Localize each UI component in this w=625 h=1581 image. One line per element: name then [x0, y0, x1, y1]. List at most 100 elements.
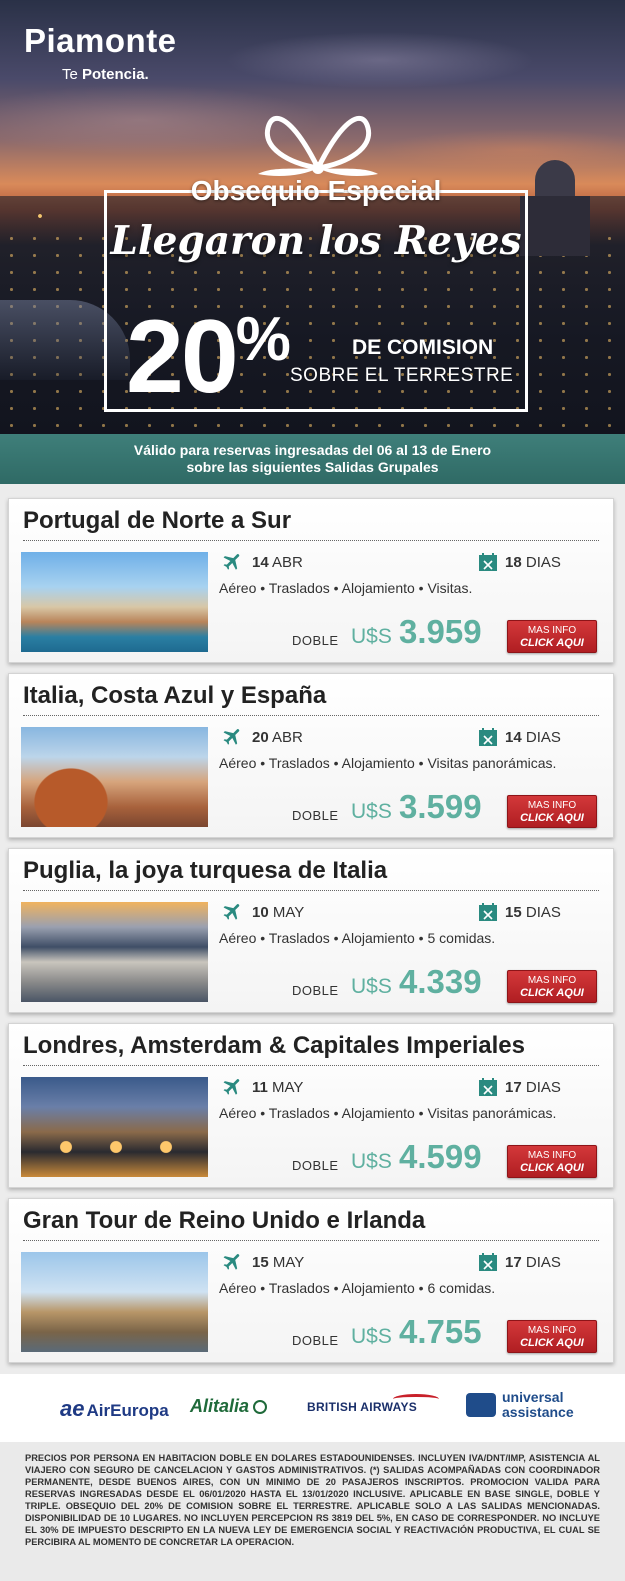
- more-info-button[interactable]: MAS INFO CLICK AQUI: [507, 1145, 597, 1178]
- legal-disclaimer: PRECIOS POR PERSONA EN HABITACION DOBLE …: [0, 1442, 625, 1581]
- button-line-2: CLICK AQUI: [520, 1337, 584, 1349]
- tour-title[interactable]: Londres, Amsterdam & Capitales Imperiale…: [23, 1032, 525, 1060]
- price-value: 4.599: [399, 1138, 482, 1175]
- included-services: Aéreo • Traslados • Alojamiento • Visita…: [219, 580, 473, 596]
- calendar-icon: [479, 903, 497, 921]
- aireuropa-mark: ae: [60, 1396, 85, 1421]
- calendar-icon: [479, 728, 497, 746]
- ua-line-1: universal: [502, 1389, 564, 1405]
- promo-headline: Llegaron los Reyes: [110, 218, 522, 264]
- date-month: MAY: [272, 1079, 304, 1096]
- aireuropa-logo: ae AirEuropa: [60, 1396, 169, 1422]
- tour-photo[interactable]: [21, 727, 208, 827]
- price-currency: U$S: [351, 625, 392, 648]
- title-divider: [23, 1065, 599, 1066]
- price-currency: U$S: [351, 975, 392, 998]
- departure-date: 10 MAY: [252, 904, 304, 921]
- tour-card: Italia, Costa Azul y España 20 ABR 14 DI…: [8, 673, 614, 838]
- more-info-button[interactable]: MAS INFO CLICK AQUI: [507, 620, 597, 653]
- date-day: 15: [252, 1254, 269, 1271]
- brand-logo[interactable]: Piamonte Te Potencia.: [24, 22, 177, 83]
- alitalia-name: Alitalia: [190, 1396, 250, 1416]
- tour-title[interactable]: Puglia, la joya turquesa de Italia: [23, 857, 387, 885]
- tour-photo[interactable]: [21, 1252, 208, 1352]
- plane-icon: [223, 1079, 240, 1095]
- brand-name: Piamonte: [24, 22, 177, 59]
- tour-photo[interactable]: [21, 1077, 208, 1177]
- button-line-2: CLICK AQUI: [520, 987, 584, 999]
- tour-card: Puglia, la joya turquesa de Italia 10 MA…: [8, 848, 614, 1013]
- tagline-prefix: Te: [62, 66, 83, 83]
- days-number: 18: [505, 554, 522, 571]
- speedmarque-icon: [393, 1394, 439, 1404]
- trip-duration: 14 DIAS: [505, 729, 561, 746]
- tour-card: Londres, Amsterdam & Capitales Imperiale…: [8, 1023, 614, 1188]
- commission-label: DE COMISION: [352, 336, 494, 359]
- commission-scope: SOBRE EL TERRESTRE: [290, 365, 514, 386]
- date-month: MAY: [272, 1254, 305, 1271]
- tour-photo[interactable]: [21, 552, 208, 652]
- days-label: DIAS: [525, 904, 561, 921]
- title-divider: [23, 890, 599, 891]
- trip-duration: 17 DIAS: [505, 1079, 561, 1096]
- british-airways-logo: BRITISH AIRWAYS: [307, 1394, 439, 1414]
- more-info-button[interactable]: MAS INFO CLICK AQUI: [507, 795, 597, 828]
- skyteam-icon: [253, 1400, 268, 1414]
- ua-line-2: assistance: [502, 1404, 574, 1420]
- tour-title[interactable]: Italia, Costa Azul y España: [23, 682, 326, 710]
- plane-icon: [223, 729, 240, 745]
- days-label: DIAS: [525, 729, 561, 746]
- universal-assistance-logo: universal assistance: [466, 1390, 574, 1420]
- button-line-2: CLICK AQUI: [520, 812, 584, 824]
- plane-icon: [223, 554, 240, 570]
- room-type: DOBLE: [292, 983, 339, 998]
- gift-title: Obsequio Especial: [104, 175, 528, 207]
- price-value: 4.755: [399, 1313, 482, 1350]
- trip-duration: 18 DIAS: [505, 554, 561, 571]
- included-services: Aéreo • Traslados • Alojamiento • 6 comi…: [219, 1280, 496, 1296]
- room-type: DOBLE: [292, 1333, 339, 1348]
- included-services: Aéreo • Traslados • Alojamiento • Visita…: [219, 1105, 557, 1121]
- button-line-2: CLICK AQUI: [520, 1162, 584, 1174]
- title-divider: [23, 1240, 599, 1241]
- date-month: MAY: [272, 904, 305, 921]
- tour-photo[interactable]: [21, 902, 208, 1002]
- button-line-1: MAS INFO: [527, 800, 577, 811]
- room-type: DOBLE: [292, 808, 339, 823]
- aireuropa-name: AirEuropa: [86, 1401, 169, 1420]
- departure-date: 11 MAY: [252, 1079, 303, 1096]
- title-divider: [23, 540, 599, 541]
- percent-sign: %: [235, 305, 291, 374]
- button-line-1: MAS INFO: [527, 1150, 577, 1161]
- tour-card: Portugal de Norte a Sur 14 ABR 18 DIAS A…: [8, 498, 614, 663]
- date-day: 20: [252, 729, 269, 746]
- departure-date: 14 ABR: [252, 554, 303, 571]
- title-divider: [23, 715, 599, 716]
- brand-tagline: Te Potencia.: [62, 66, 177, 83]
- price-value: 3.959: [399, 613, 482, 650]
- more-info-button[interactable]: MAS INFO CLICK AQUI: [507, 970, 597, 1003]
- calendar-icon: [479, 1078, 497, 1096]
- gift-title-text: Obsequio Especial: [190, 175, 442, 206]
- days-number: 15: [505, 904, 522, 921]
- tour-list: Portugal de Norte a Sur 14 ABR 18 DIAS A…: [0, 484, 625, 1374]
- gift-bow-icon: [258, 115, 378, 176]
- included-services: Aéreo • Traslados • Alojamiento • Visita…: [219, 755, 557, 771]
- departure-date: 15 MAY: [252, 1254, 304, 1271]
- price-currency: U$S: [351, 800, 392, 823]
- date-day: 11: [252, 1079, 268, 1096]
- alitalia-logo: Alitalia: [190, 1396, 268, 1417]
- validity-banner: Válido para reservas ingresadas del 06 a…: [0, 434, 625, 484]
- tour-title[interactable]: Gran Tour de Reino Unido e Irlanda: [23, 1207, 425, 1235]
- tour-title[interactable]: Portugal de Norte a Sur: [23, 507, 291, 535]
- tagline-bold: Potencia.: [82, 66, 149, 83]
- price-value: 4.339: [399, 963, 482, 1000]
- hero-banner: Piamonte Te Potencia. Obsequio Especial …: [0, 0, 625, 438]
- more-info-button[interactable]: MAS INFO CLICK AQUI: [507, 1320, 597, 1353]
- ua-name: universal assistance: [502, 1390, 574, 1420]
- date-month: ABR: [272, 554, 303, 571]
- validity-line-1: Válido para reservas ingresadas del 06 a…: [133, 442, 492, 458]
- plane-icon: [223, 904, 240, 920]
- button-line-2: CLICK AQUI: [520, 637, 584, 649]
- button-line-1: MAS INFO: [527, 975, 577, 986]
